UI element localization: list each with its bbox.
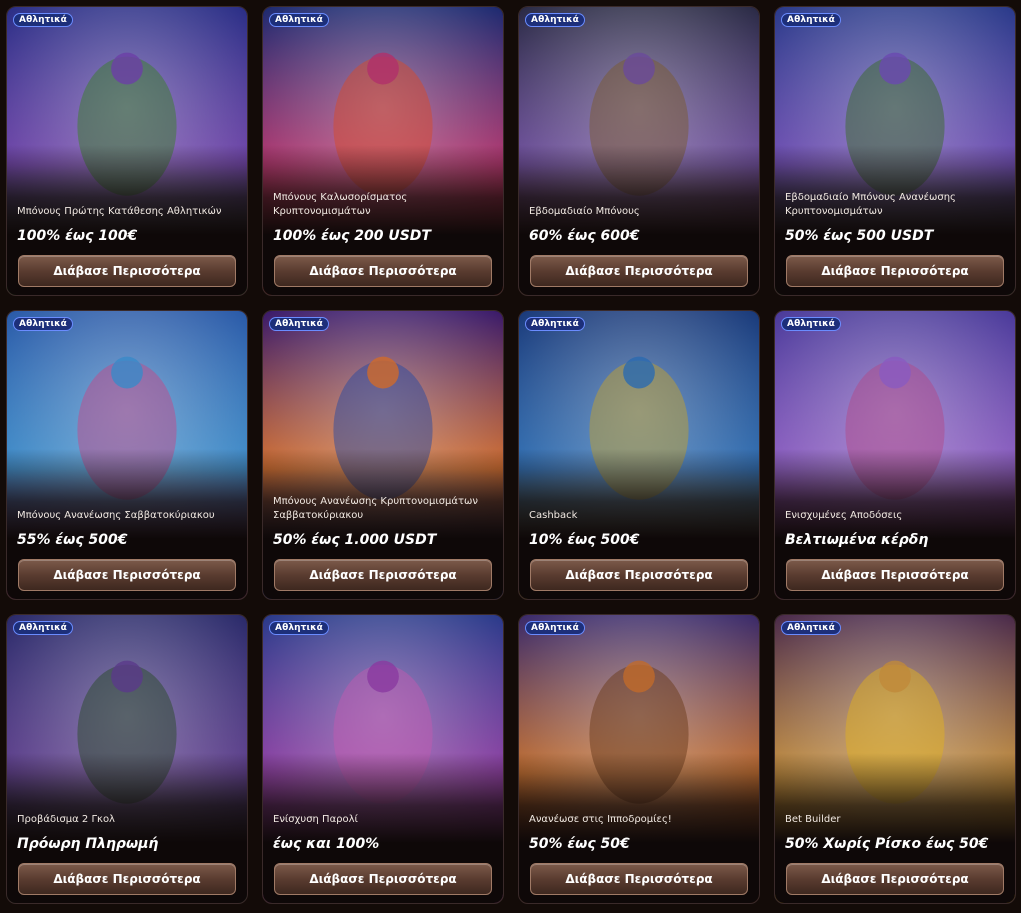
promo-card-7[interactable]: Αθλητικά Cashback 10% έως 500€ Διάβασε Π… [518, 310, 760, 600]
promo-offer: 100% έως 100€ [17, 228, 138, 244]
promo-subtitle: Μπόνους Πρώτης Κατάθεσης Αθλητικών [17, 206, 222, 217]
promo-card-11[interactable]: Αθλητικά Ανανέωσε στις Ιπποδρομίες! 50% … [518, 614, 760, 904]
read-more-button[interactable]: Διάβασε Περισσότερα [18, 559, 236, 591]
sports-badge: Αθλητικά [13, 13, 73, 27]
read-more-button[interactable]: Διάβασε Περισσότερα [530, 863, 748, 895]
read-more-button[interactable]: Διάβασε Περισσότερα [18, 863, 236, 895]
sports-badge: Αθλητικά [781, 317, 841, 331]
promo-offer: 50% έως 500 USDT [785, 228, 934, 244]
promo-card-12[interactable]: Αθλητικά Bet Builder 50% Χωρίς Ρίσκο έως… [774, 614, 1016, 904]
sports-badge: Αθλητικά [269, 13, 329, 27]
sports-badge: Αθλητικά [781, 13, 841, 27]
promo-offer: 60% έως 600€ [529, 228, 640, 244]
promo-subtitle: Ανανέωσε στις Ιπποδρομίες! [529, 814, 672, 825]
promo-card-1[interactable]: Αθλητικά Μπόνους Πρώτης Κατάθεσης Αθλητι… [6, 6, 248, 296]
promo-offer: 10% έως 500€ [529, 532, 640, 548]
read-more-button[interactable]: Διάβασε Περισσότερα [786, 559, 1004, 591]
promo-card-10[interactable]: Αθλητικά Ενίσχυση Παρολί έως και 100% Δι… [262, 614, 504, 904]
promo-subtitle: Ενισχυμένες Αποδόσεις [785, 510, 903, 521]
promo-card-5[interactable]: Αθλητικά Μπόνους Ανανέωσης Σαββατοκύριακ… [6, 310, 248, 600]
sports-badge: Αθλητικά [269, 621, 329, 635]
promo-card-6[interactable]: Αθλητικά Μπόνους Ανανέωσης Κρυπτονομισμά… [262, 310, 504, 600]
promo-offer: 50% έως 50€ [529, 836, 630, 852]
promo-card-9[interactable]: Αθλητικά Προβάδισμα 2 Γκολ Πρόωρη Πληρωμ… [6, 614, 248, 904]
sports-badge: Αθλητικά [13, 621, 73, 635]
promo-offer: Βελτιωμένα κέρδη [785, 532, 929, 548]
read-more-button[interactable]: Διάβασε Περισσότερα [274, 559, 492, 591]
promo-card-2[interactable]: Αθλητικά Μπόνους Καλωσορίσματος Κρυπτονο… [262, 6, 504, 296]
promo-subtitle: Μπόνους Ανανέωσης Κρυπτονομισμάτων Σαββα… [273, 496, 478, 521]
promo-offer: 100% έως 200 USDT [273, 228, 431, 244]
sports-badge: Αθλητικά [525, 621, 585, 635]
sports-badge: Αθλητικά [13, 317, 73, 331]
promo-card-4[interactable]: Αθλητικά Εβδομαδιαίο Μπόνους Ανανέωσης Κ… [774, 6, 1016, 296]
read-more-button[interactable]: Διάβασε Περισσότερα [786, 863, 1004, 895]
promo-subtitle: Ενίσχυση Παρολί [273, 814, 358, 825]
promo-offer: έως και 100% [273, 836, 380, 852]
read-more-button[interactable]: Διάβασε Περισσότερα [18, 255, 236, 287]
promo-subtitle: Μπόνους Καλωσορίσματος Κρυπτονομισμάτων [273, 192, 408, 217]
sports-badge: Αθλητικά [525, 317, 585, 331]
promo-offer: 55% έως 500€ [17, 532, 128, 548]
sports-badge: Αθλητικά [781, 621, 841, 635]
read-more-button[interactable]: Διάβασε Περισσότερα [274, 255, 492, 287]
read-more-button[interactable]: Διάβασε Περισσότερα [530, 255, 748, 287]
promo-subtitle: Εβδομαδιαίο Μπόνους [529, 206, 640, 217]
promo-subtitle: Προβάδισμα 2 Γκολ [17, 814, 115, 825]
promo-subtitle: Εβδομαδιαίο Μπόνους Ανανέωσης Κρυπτονομι… [785, 192, 956, 217]
promo-card-3[interactable]: Αθλητικά Εβδομαδιαίο Μπόνους 60% έως 600… [518, 6, 760, 296]
sports-badge: Αθλητικά [269, 317, 329, 331]
promo-subtitle: Μπόνους Ανανέωσης Σαββατοκύριακου [17, 510, 215, 521]
read-more-button[interactable]: Διάβασε Περισσότερα [274, 863, 492, 895]
promotions-grid: Αθλητικά Μπόνους Πρώτης Κατάθεσης Αθλητι… [0, 0, 1021, 904]
sports-badge: Αθλητικά [525, 13, 585, 27]
promo-offer: Πρόωρη Πληρωμή [17, 836, 159, 852]
promo-subtitle: Bet Builder [785, 814, 841, 825]
promo-subtitle: Cashback [529, 510, 578, 521]
promo-offer: 50% Χωρίς Ρίσκο έως 50€ [785, 836, 989, 852]
read-more-button[interactable]: Διάβασε Περισσότερα [786, 255, 1004, 287]
promo-card-8[interactable]: Αθλητικά Ενισχυμένες Αποδόσεις Βελτιωμέν… [774, 310, 1016, 600]
promo-offer: 50% έως 1.000 USDT [273, 532, 437, 548]
read-more-button[interactable]: Διάβασε Περισσότερα [530, 559, 748, 591]
